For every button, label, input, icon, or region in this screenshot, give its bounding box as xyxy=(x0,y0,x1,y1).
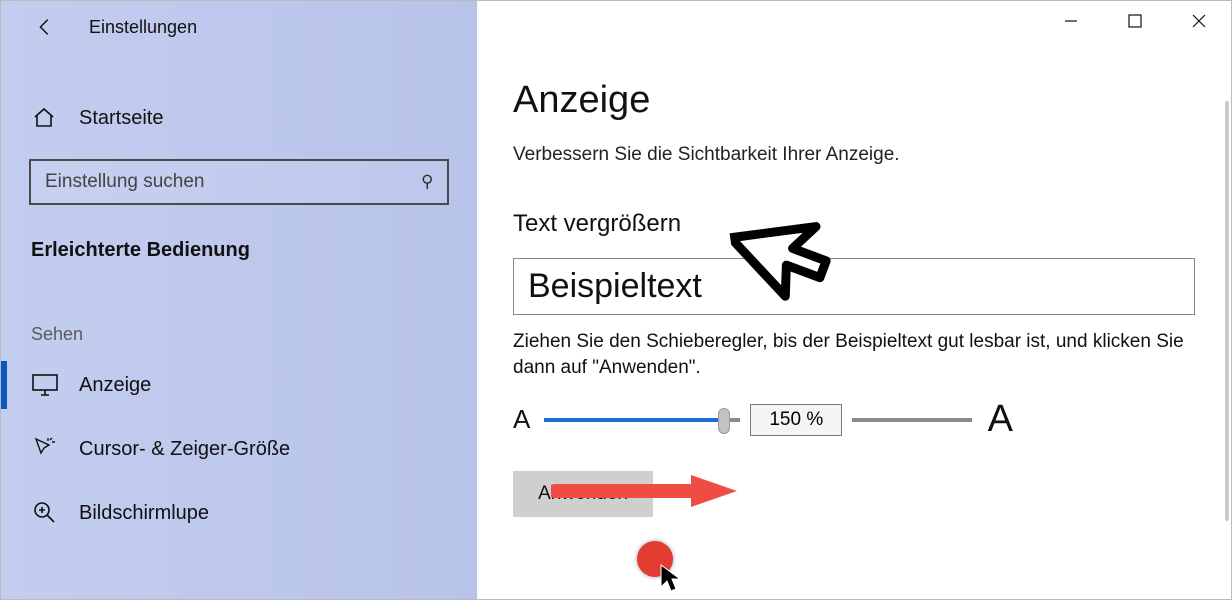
slider-max-label: A xyxy=(988,398,1013,441)
window-controls xyxy=(1039,1,1231,41)
sidebar: Einstellungen Startseite ⚲ Erleichterte … xyxy=(1,1,477,599)
search-icon: ⚲ xyxy=(421,172,433,192)
page-title: Anzeige xyxy=(513,79,1195,122)
text-size-slider[interactable] xyxy=(544,418,740,422)
monitor-icon xyxy=(31,371,59,399)
sidebar-item-display[interactable]: Anzeige xyxy=(1,353,477,417)
minimize-button[interactable] xyxy=(1039,1,1103,41)
slider-thumb[interactable] xyxy=(718,408,730,434)
search-box[interactable]: ⚲ xyxy=(29,159,449,205)
slider-instruction: Ziehen Sie den Schieberegler, bis der Be… xyxy=(513,329,1195,380)
settings-window: Windows-FAQ Einstellungen Startseite ⚲ E… xyxy=(0,0,1232,600)
sidebar-item-label: Cursor- & Zeiger-Größe xyxy=(79,438,290,461)
slider-fill xyxy=(544,418,724,422)
sidebar-item-cursor[interactable]: Cursor- & Zeiger-Größe xyxy=(1,417,477,481)
search-input[interactable] xyxy=(45,171,421,193)
sidebar-home-label: Startseite xyxy=(79,107,163,130)
titlebar-left: Einstellungen xyxy=(1,1,477,53)
slider-value-box: 150 % xyxy=(750,404,842,436)
maximize-button[interactable] xyxy=(1103,1,1167,41)
cursor-icon xyxy=(31,435,59,463)
section-heading: Text vergrößern xyxy=(513,210,1195,238)
sidebar-item-magnifier[interactable]: Bildschirmlupe xyxy=(1,481,477,545)
magnifier-icon xyxy=(31,499,59,527)
annotation-red-arrow xyxy=(551,471,751,516)
app-title: Einstellungen xyxy=(89,17,197,38)
category-title: Erleichterte Bedienung xyxy=(31,239,477,262)
annotation-cursor-arrow xyxy=(725,183,861,323)
home-icon xyxy=(31,105,57,131)
scrollbar[interactable] xyxy=(1225,101,1229,521)
slider-min-label: A xyxy=(513,404,530,435)
sidebar-item-label: Anzeige xyxy=(79,374,151,397)
annotation-cursor-icon xyxy=(659,563,683,598)
page-subtitle: Verbessern Sie die Sichtbarkeit Ihrer An… xyxy=(513,144,1195,166)
close-button[interactable] xyxy=(1167,1,1231,41)
section-label: Sehen xyxy=(31,324,477,345)
back-button[interactable] xyxy=(29,11,61,43)
sidebar-item-label: Bildschirmlupe xyxy=(79,502,209,525)
sidebar-home[interactable]: Startseite xyxy=(1,91,477,145)
slider-track-right[interactable] xyxy=(852,418,972,422)
text-size-slider-row: A 150 % A xyxy=(513,398,1013,441)
